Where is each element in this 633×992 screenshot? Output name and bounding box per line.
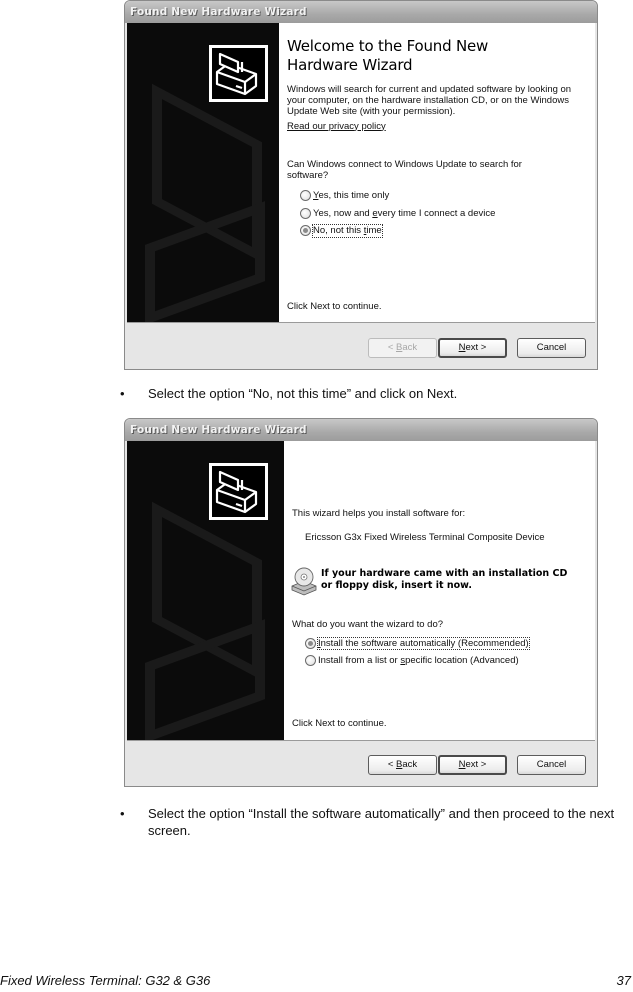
wizard-button-bar: < Back Next > Cancel <box>125 322 597 369</box>
instruction-bullet-2: • Select the option “Install the softwar… <box>120 806 618 839</box>
hardware-drive-icon <box>209 463 268 520</box>
cancel-button[interactable]: Cancel <box>517 338 586 358</box>
radio-button[interactable] <box>300 207 311 219</box>
page-footer: Fixed Wireless Terminal: G32 & G36 37 <box>0 973 633 991</box>
wizard-heading-line1: Welcome to the Found New <box>287 37 489 55</box>
wizard-heading-line2: Hardware Wizard <box>287 56 413 74</box>
continue-instruction: Click Next to continue. <box>292 718 387 729</box>
instruction-text: Select the option “No, not this time” an… <box>148 386 458 401</box>
dialog-title-bar: Found New Hardware Wizard <box>125 1 597 23</box>
next-button[interactable]: Next > <box>438 755 507 775</box>
next-button[interactable]: Next > <box>438 338 507 358</box>
insert-cd-prompt: If your hardware came with an installati… <box>290 567 587 596</box>
back-button[interactable]: < Back <box>368 755 437 775</box>
radio-option-yes-every-time[interactable]: Yes, now and every time I connect a devi… <box>287 205 587 223</box>
wizard-intro-text: This wizard helps you install software f… <box>292 508 466 519</box>
privacy-policy-link[interactable]: Read our privacy policy <box>287 121 386 132</box>
radio-option-yes-this-time-only[interactable]: Yes, this time only <box>287 187 587 205</box>
instruction-bullet-1: • Select the option “No, not this time” … <box>120 386 628 403</box>
wizard-body: This wizard helps you install software f… <box>127 441 595 741</box>
continue-instruction: Click Next to continue. <box>287 301 382 312</box>
cd-drive-icon <box>291 567 317 596</box>
cancel-button[interactable]: Cancel <box>517 755 586 775</box>
instruction-text: Select the option “Install the software … <box>148 806 615 838</box>
hardware-drive-icon <box>209 45 268 102</box>
wizard-intro-text: Windows will search for current and upda… <box>287 84 572 118</box>
radio-button[interactable] <box>305 655 316 667</box>
cd-prompt-line2: or floppy disk, insert it now. <box>321 579 472 591</box>
radio-label: Yes, now and every time I connect a devi… <box>313 207 496 219</box>
radio-button-selected[interactable] <box>305 637 316 649</box>
bullet-glyph: • <box>120 386 125 401</box>
wizard-body: Welcome to the Found New Hardware Wizard… <box>127 23 595 323</box>
found-new-hardware-wizard-dialog-welcome: Found New Hardware Wizard Welcome to the… <box>124 0 598 370</box>
radio-selected-dot <box>303 228 308 234</box>
found-new-hardware-wizard-dialog-install: Found New Hardware Wizard This wizard he… <box>124 418 598 787</box>
wizard-action-question: What do you want the wizard to do? <box>292 619 444 631</box>
document-title: Fixed Wireless Terminal: G32 & G36 <box>0 973 211 988</box>
radio-button-selected[interactable] <box>300 225 311 237</box>
device-name: Ericsson G3x Fixed Wireless Terminal Com… <box>305 532 545 544</box>
radio-label: Install from a list or specific location… <box>318 655 519 667</box>
wizard-content: This wizard helps you install software f… <box>284 441 595 740</box>
back-button[interactable]: < Back <box>368 338 437 358</box>
wizard-side-banner <box>127 23 279 322</box>
radio-label: No, not this time <box>312 224 383 238</box>
windows-update-question: Can Windows connect to Windows Update to… <box>287 158 522 182</box>
bullet-glyph: • <box>120 806 125 821</box>
radio-selected-dot <box>308 640 313 646</box>
radio-label: Install the software automatically (Reco… <box>317 636 530 650</box>
dialog-title-bar: Found New Hardware Wizard <box>125 419 597 441</box>
radio-button[interactable] <box>300 190 311 202</box>
wizard-button-bar: < Back Next > Cancel <box>125 739 597 786</box>
wizard-content: Welcome to the Found New Hardware Wizard… <box>279 23 595 322</box>
wizard-side-banner <box>127 441 284 740</box>
radio-option-install-from-list[interactable]: Install from a list or specific location… <box>292 652 587 670</box>
wizard-heading: Welcome to the Found New Hardware Wizard <box>287 37 587 75</box>
radio-label: Yes, this time only <box>313 190 390 202</box>
radio-option-install-automatically[interactable]: Install the software automatically (Reco… <box>292 635 587 653</box>
radio-option-no-not-this-time[interactable]: No, not this time <box>287 222 587 240</box>
cd-prompt-line1: If your hardware came with an installati… <box>321 568 568 580</box>
page-number: 37 <box>616 973 631 988</box>
